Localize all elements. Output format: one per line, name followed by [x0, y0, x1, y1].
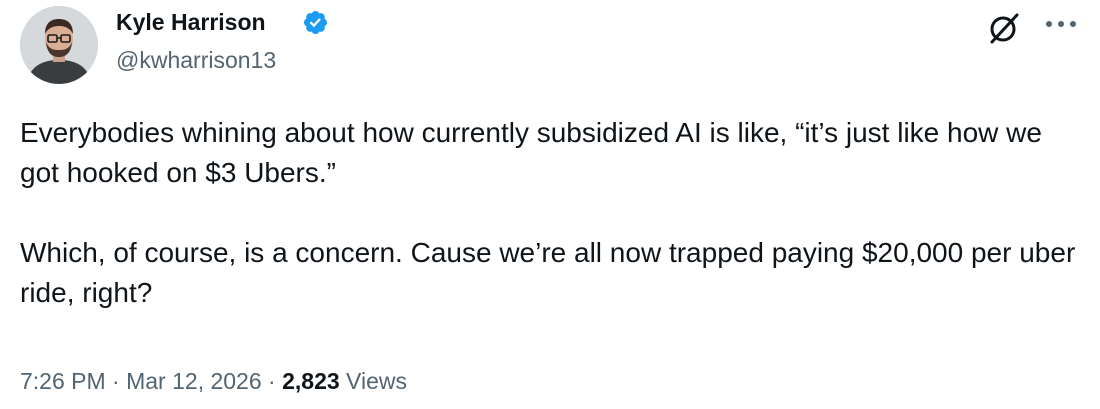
tweet-paragraph: Which, of course, is a concern. Cause we… — [20, 237, 1076, 308]
tweet-time[interactable]: 7:26 PM — [20, 368, 106, 394]
tweet-paragraph: Everybodies whining about how currently … — [20, 117, 1042, 188]
tweet-text: Everybodies whining about how currently … — [20, 113, 1080, 313]
views-count: 2,823 — [282, 368, 340, 394]
avatar-image — [20, 6, 98, 84]
tweet-metadata: 7:26 PM · Mar 12, 2026 · 2,823 Views — [20, 366, 407, 396]
verified-badge-icon — [303, 10, 328, 35]
meta-separator: · — [261, 368, 283, 394]
grok-icon[interactable] — [984, 8, 1024, 48]
avatar[interactable] — [20, 6, 98, 84]
author-handle[interactable]: @kwharrison13 — [116, 45, 276, 75]
more-options-icon[interactable] — [1040, 12, 1082, 36]
views-label: Views — [339, 368, 407, 394]
tweet-date[interactable]: Mar 12, 2026 — [126, 368, 262, 394]
author-display-name[interactable]: Kyle Harrison — [116, 7, 266, 37]
meta-separator: · — [105, 368, 127, 394]
